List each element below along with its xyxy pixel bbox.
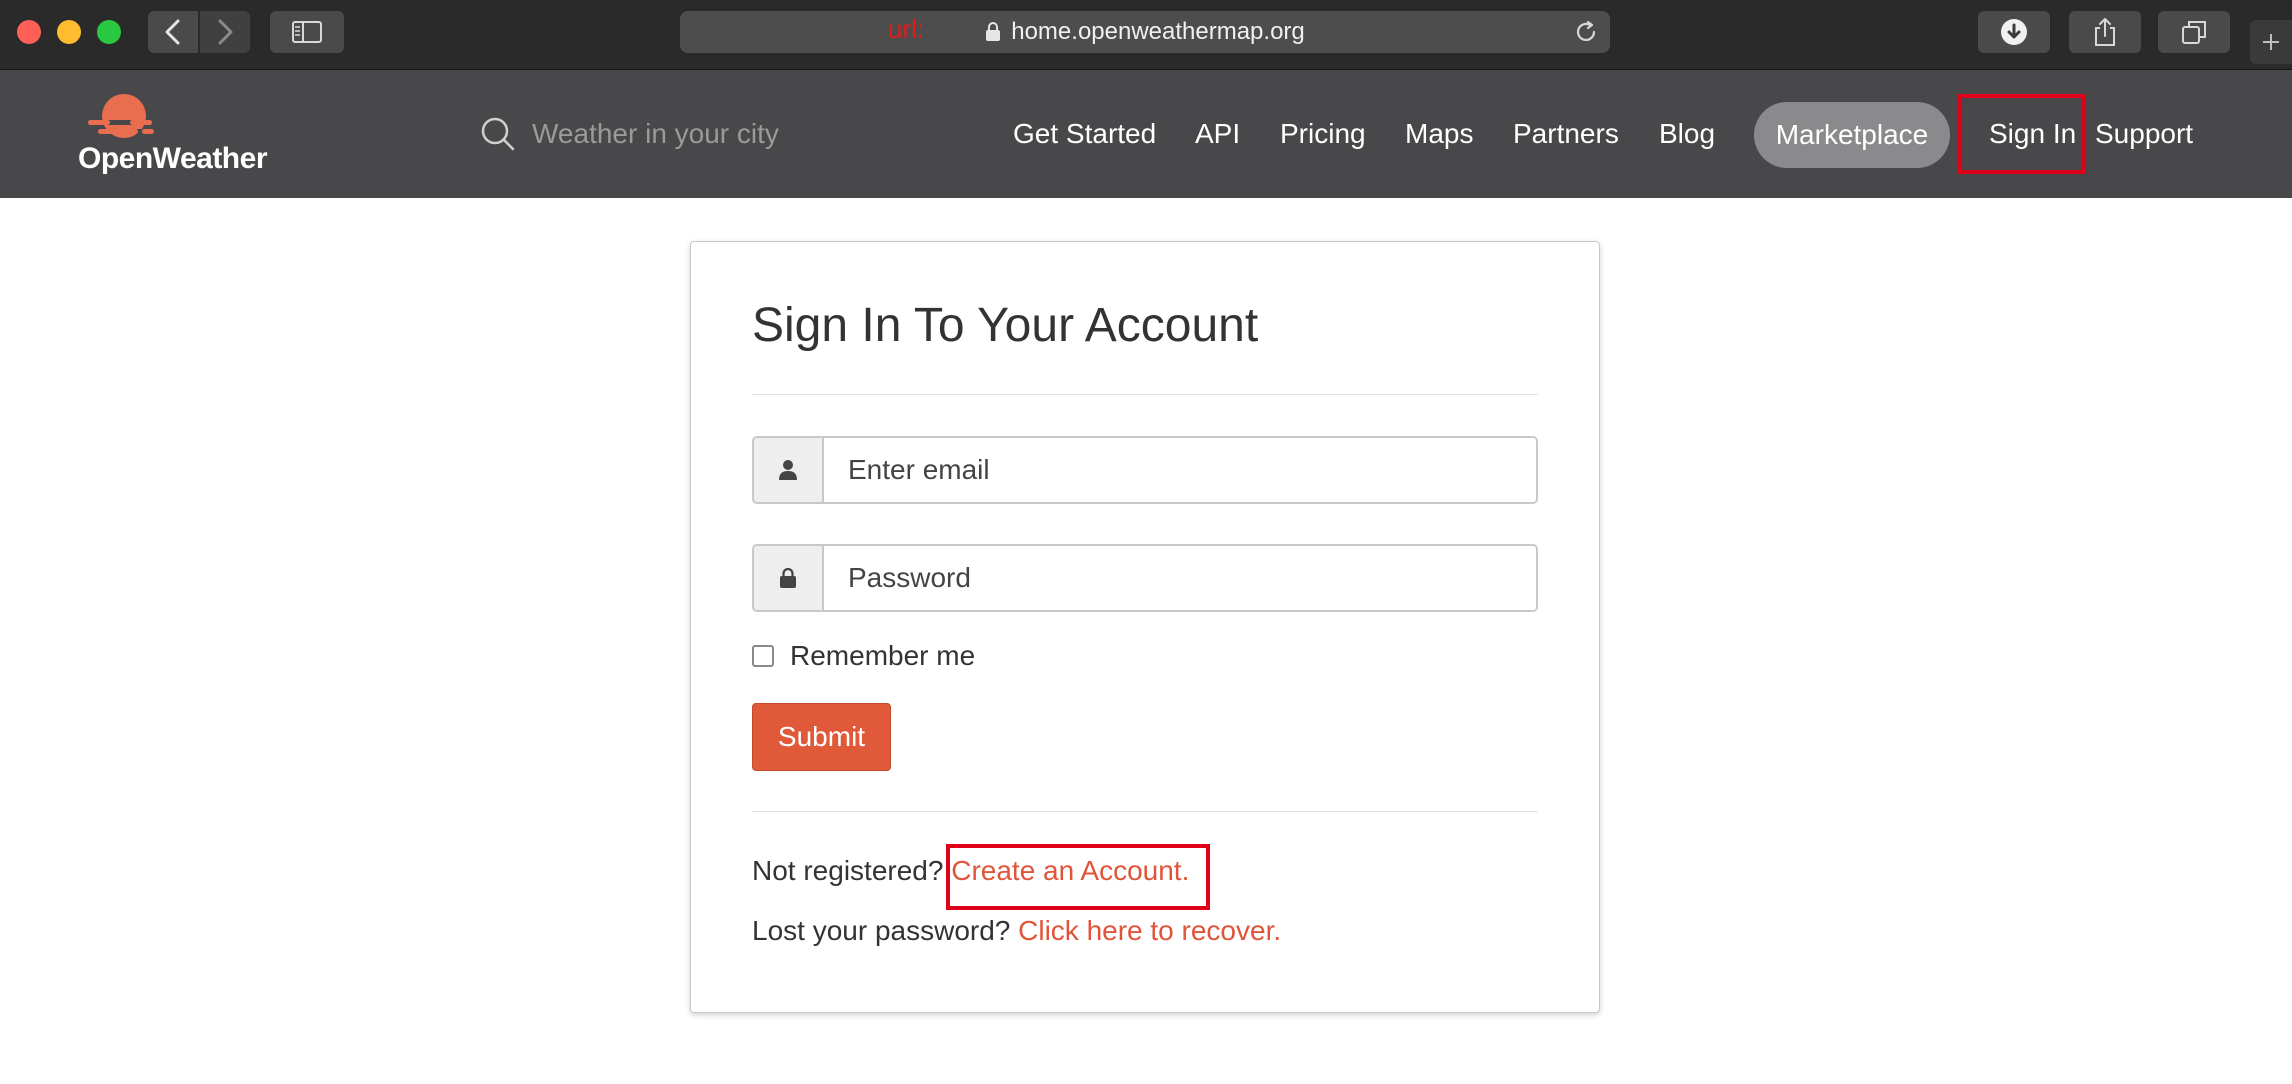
url-text: home.openweathermap.org [1011, 18, 1305, 45]
forward-button[interactable] [200, 11, 250, 53]
nav-blog[interactable]: Blog [1659, 110, 1715, 158]
password-group [752, 544, 1538, 612]
share-button[interactable] [2069, 11, 2141, 53]
site-header: OpenWeather Get Started API Pricing Maps… [0, 70, 2292, 198]
forward-icon [218, 19, 233, 45]
nav-get-started[interactable]: Get Started [1013, 110, 1156, 158]
nav-pricing[interactable]: Pricing [1280, 110, 1366, 158]
user-icon [779, 460, 797, 480]
remember-me-checkbox[interactable] [752, 645, 774, 667]
remember-me: Remember me [752, 640, 975, 672]
nav-support[interactable]: Support [2095, 110, 2193, 158]
password-field[interactable] [824, 546, 1536, 610]
maximize-window-button[interactable] [97, 20, 121, 44]
email-group [752, 436, 1538, 504]
create-account-highlight-box [946, 844, 1210, 910]
back-button[interactable] [148, 11, 198, 53]
form-divider [752, 811, 1538, 812]
recover-password-link[interactable]: Click here to recover. [1018, 915, 1281, 946]
recover-row: Lost your password? Click here to recove… [752, 915, 1281, 947]
download-icon [2001, 19, 2027, 45]
password-addon [754, 546, 824, 610]
browser-toolbar: home.openweathermap.org url: [0, 0, 2292, 70]
sign-in-panel: Sign In To Your Account Remember me Subm… [690, 241, 1600, 1013]
minimize-window-button[interactable] [57, 20, 81, 44]
address-bar[interactable]: home.openweathermap.org [680, 11, 1610, 53]
plus-icon [2263, 34, 2279, 50]
not-registered-text: Not registered? [752, 855, 944, 886]
nav-api[interactable]: API [1195, 110, 1240, 158]
nav-maps[interactable]: Maps [1405, 110, 1473, 158]
title-divider [752, 394, 1538, 395]
nav-marketplace-button[interactable]: Marketplace [1754, 102, 1950, 168]
panel-title: Sign In To Your Account [752, 299, 1259, 352]
submit-button[interactable]: Submit [752, 703, 891, 771]
new-tab-button[interactable] [2250, 20, 2292, 64]
lost-password-text: Lost your password? [752, 915, 1011, 946]
url-annotation-label: url: [888, 14, 925, 44]
email-addon [754, 438, 824, 502]
lock-icon [986, 22, 1001, 41]
close-window-button[interactable] [17, 20, 41, 44]
sign-in-highlight-box [1958, 94, 2086, 174]
remember-me-label[interactable]: Remember me [790, 640, 975, 672]
tab-overview-button[interactable] [2158, 11, 2230, 53]
downloads-button[interactable] [1978, 11, 2050, 53]
lock-icon [780, 568, 796, 588]
sidebar-icon [292, 21, 322, 43]
email-field[interactable] [824, 438, 1536, 502]
back-icon [165, 19, 180, 45]
tabs-icon [2182, 21, 2206, 44]
sidebar-toggle-button[interactable] [270, 11, 344, 53]
share-icon [2095, 18, 2115, 46]
reload-icon[interactable] [1574, 20, 1598, 44]
nav-partners[interactable]: Partners [1513, 110, 1619, 158]
